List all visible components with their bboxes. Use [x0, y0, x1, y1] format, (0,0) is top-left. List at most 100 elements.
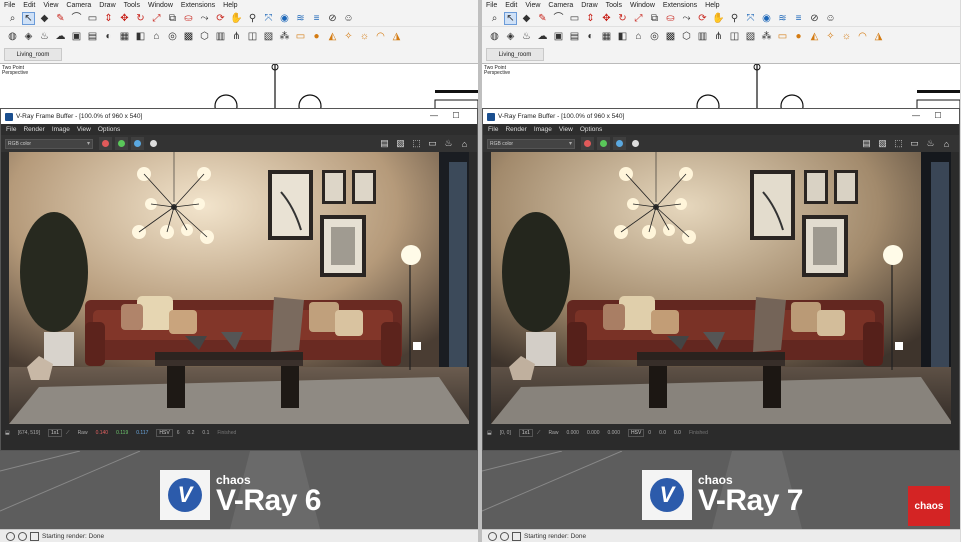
render-teapot-icon[interactable]: ♨ — [924, 137, 937, 150]
fur-icon[interactable]: ⋔ — [230, 31, 243, 44]
interactive-render-icon[interactable]: ◈ — [22, 31, 35, 44]
profile-icon[interactable]: ☺ — [342, 12, 355, 25]
texture-icon[interactable]: ▩ — [664, 31, 677, 44]
minimize-button[interactable]: — — [423, 111, 445, 120]
user-icon[interactable] — [512, 531, 521, 541]
menu-file[interactable]: File — [4, 2, 15, 9]
vfb-menu-file[interactable]: File — [6, 126, 16, 133]
maximize-button[interactable]: ☐ — [445, 111, 467, 120]
move-icon[interactable]: ✥ — [118, 12, 131, 25]
batch-render-icon[interactable]: ▦ — [600, 31, 613, 44]
warehouse-icon[interactable]: ◉ — [760, 12, 773, 25]
push-pull-icon[interactable]: ⇕ — [102, 12, 115, 25]
menu-extensions[interactable]: Extensions — [181, 2, 215, 9]
pan-icon[interactable]: ✋ — [230, 12, 243, 25]
batch-render-icon[interactable]: ▦ — [118, 31, 131, 44]
vfb-menu-file[interactable]: File — [488, 126, 498, 133]
rotate-icon[interactable]: ↻ — [616, 12, 629, 25]
denoise-icon[interactable]: ◧ — [616, 31, 629, 44]
search-icon[interactable]: ⌕ — [488, 12, 501, 25]
material-icon[interactable]: ◎ — [166, 31, 179, 44]
push-pull-icon[interactable]: ⇕ — [584, 12, 597, 25]
vfb-menu-view[interactable]: View — [559, 126, 573, 133]
orbit-icon[interactable]: ⟳ — [696, 12, 709, 25]
section-icon[interactable]: ⊘ — [808, 12, 821, 25]
zoom-extents-icon[interactable]: ⤧ — [744, 12, 757, 25]
camera-icon[interactable]: ⌂ — [632, 31, 645, 44]
sphere-light-icon[interactable]: ● — [310, 31, 323, 44]
rendered-image[interactable] — [491, 152, 951, 424]
vfb-menu-image[interactable]: Image — [534, 126, 552, 133]
menu-window[interactable]: Window — [630, 2, 655, 9]
cloud-render-icon[interactable]: ☁ — [536, 31, 549, 44]
scatter-icon[interactable]: ⁂ — [278, 31, 291, 44]
color-mode-dropdown[interactable]: HSV — [156, 429, 173, 437]
clipper-icon[interactable]: ◫ — [728, 31, 741, 44]
proxy-icon[interactable]: ⬡ — [198, 31, 211, 44]
zoom-icon[interactable]: ⚲ — [246, 12, 259, 25]
green-channel-toggle[interactable] — [115, 137, 128, 150]
dome-light-icon[interactable]: ◠ — [374, 31, 387, 44]
interactive-render-icon[interactable]: ◈ — [504, 31, 517, 44]
menu-draw[interactable]: Draw — [99, 2, 115, 9]
track-mouse-icon[interactable]: ▭ — [426, 137, 439, 150]
instructor-icon[interactable] — [18, 531, 27, 541]
ies-light-icon[interactable]: ✧ — [342, 31, 355, 44]
orbit-icon[interactable]: ⟳ — [214, 12, 227, 25]
color-mode-dropdown[interactable]: HSV — [628, 429, 645, 437]
maximize-button[interactable]: ☐ — [927, 111, 949, 120]
save-image-icon[interactable]: ▤ — [860, 137, 873, 150]
menu-edit[interactable]: Edit — [23, 2, 35, 9]
sphere-light-icon[interactable]: ● — [792, 31, 805, 44]
stop-render-icon[interactable]: ⌂ — [458, 137, 471, 150]
layers-icon[interactable]: ≡ — [792, 12, 805, 25]
cloud-render-icon[interactable]: ☁ — [54, 31, 67, 44]
pin-icon[interactable]: ⬓ — [487, 430, 492, 436]
render-teapot-icon[interactable]: ♨ — [442, 137, 455, 150]
mesh-icon[interactable]: ▥ — [214, 31, 227, 44]
vray-render-icon[interactable]: ◍ — [6, 31, 19, 44]
paint-bucket-icon[interactable]: ⛀ — [182, 12, 195, 25]
raw-toggle[interactable]: Raw — [548, 430, 558, 436]
minimize-button[interactable]: — — [905, 111, 927, 120]
vfb-menu-view[interactable]: View — [77, 126, 91, 133]
menu-view[interactable]: View — [525, 2, 540, 9]
proxy-icon[interactable]: ⬡ — [680, 31, 693, 44]
scene-tab[interactable]: Living_room — [486, 48, 544, 61]
rendered-image[interactable] — [9, 152, 469, 424]
pin-icon[interactable]: ⬓ — [5, 430, 10, 436]
spot-light-icon[interactable]: ◭ — [326, 31, 339, 44]
teapot-icon[interactable]: ♨ — [38, 31, 51, 44]
pencil-icon[interactable]: ✎ — [536, 12, 549, 25]
menu-view[interactable]: View — [43, 2, 58, 9]
frame-buffer-icon[interactable]: ▤ — [568, 31, 581, 44]
denoise-icon[interactable]: ◧ — [134, 31, 147, 44]
menu-camera[interactable]: Camera — [548, 2, 573, 9]
mesh-icon[interactable]: ▥ — [696, 31, 709, 44]
extension-icon[interactable]: ≋ — [294, 12, 307, 25]
vfb-menu-image[interactable]: Image — [52, 126, 70, 133]
ies-light-icon[interactable]: ✧ — [824, 31, 837, 44]
blue-channel-toggle[interactable] — [131, 137, 144, 150]
menu-help[interactable]: Help — [705, 2, 719, 9]
omni-light-icon[interactable]: ☼ — [840, 31, 853, 44]
pan-icon[interactable]: ✋ — [712, 12, 725, 25]
asset-editor-icon[interactable]: ▣ — [70, 31, 83, 44]
rotate-icon[interactable]: ↻ — [134, 12, 147, 25]
profile-icon[interactable]: ☺ — [824, 12, 837, 25]
material-icon[interactable]: ◎ — [648, 31, 661, 44]
rect-light-icon[interactable]: ▭ — [294, 31, 307, 44]
modeling-viewport[interactable]: Two Point Perspective — [482, 63, 960, 109]
vfb-menu-render[interactable]: Render — [505, 126, 526, 133]
info-icon[interactable] — [6, 531, 15, 541]
zoom-extents-icon[interactable]: ⤧ — [262, 12, 275, 25]
spot-light-icon[interactable]: ◭ — [808, 31, 821, 44]
select-arrow-icon[interactable]: ↖ — [504, 12, 517, 25]
info-icon[interactable] — [488, 531, 497, 541]
menu-file[interactable]: File — [486, 2, 497, 9]
extension-icon[interactable]: ≋ — [776, 12, 789, 25]
vray-render-icon[interactable]: ◍ — [488, 31, 501, 44]
eyedropper-icon[interactable]: ⟋ — [537, 430, 541, 436]
mesh-light-icon[interactable]: ◮ — [390, 31, 403, 44]
decal-icon[interactable]: ▧ — [262, 31, 275, 44]
